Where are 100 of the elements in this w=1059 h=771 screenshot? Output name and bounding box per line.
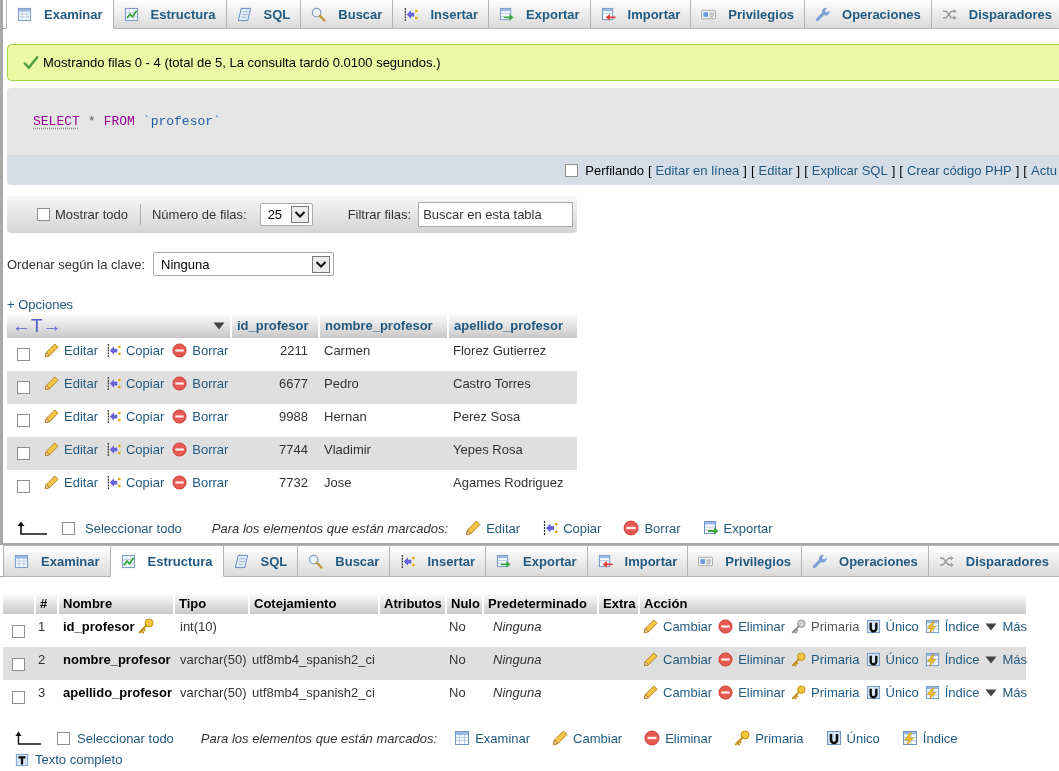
row-checkbox[interactable] <box>17 348 30 361</box>
index-link[interactable]: Índice <box>924 685 980 700</box>
sql-keyword[interactable]: SELECT <box>33 114 80 129</box>
tab[interactable]: Buscar <box>301 0 394 29</box>
row-checkbox[interactable] <box>17 480 30 493</box>
full-text-link[interactable]: Texto completo <box>35 752 123 767</box>
copy-link[interactable]: Copiar <box>105 409 165 424</box>
unique-link[interactable]: Único <box>825 730 880 746</box>
delete-link[interactable]: Borrar <box>172 475 229 490</box>
change-link[interactable]: Cambiar <box>552 730 623 746</box>
tab[interactable]: SQL <box>226 0 302 29</box>
copy-link[interactable]: Copiar <box>105 376 165 391</box>
tab[interactable]: Operaciones <box>805 0 932 29</box>
column-header[interactable]: id_profesor <box>230 313 318 338</box>
tab[interactable]: Buscar <box>298 545 391 577</box>
tab[interactable]: Disparadores <box>931 0 1059 29</box>
index-link[interactable]: Índice <box>924 652 980 667</box>
primary-link[interactable]: Primaria <box>791 652 860 667</box>
edit-link[interactable]: Editar <box>44 409 98 424</box>
profiling-checkbox[interactable] <box>565 163 579 177</box>
tab[interactable]: Exportar <box>489 0 591 29</box>
more-link[interactable]: Más <box>985 652 1027 667</box>
header-control-link[interactable]: → <box>42 315 62 336</box>
change-link[interactable]: Cambiar <box>643 685 713 700</box>
tab[interactable]: Disparadores <box>928 545 1059 577</box>
drop-link[interactable]: Eliminar <box>644 730 713 746</box>
show-all-checkbox[interactable] <box>37 208 50 221</box>
delete-link[interactable]: Borrar <box>623 520 681 536</box>
index-link[interactable]: Índice <box>901 730 958 746</box>
edit-link[interactable]: Editar <box>44 475 98 490</box>
row-checkbox[interactable] <box>12 658 25 671</box>
more-link[interactable]: Más <box>985 685 1027 700</box>
drop-link[interactable]: Eliminar <box>718 685 786 700</box>
search-icon <box>311 6 327 22</box>
column-header: Cotejamiento <box>248 593 378 614</box>
tab[interactable]: Insertar <box>393 0 490 29</box>
select-all-checkbox[interactable] <box>57 731 70 745</box>
edit-link[interactable]: Editar <box>44 343 98 358</box>
delete-link[interactable]: Borrar <box>172 343 229 358</box>
delete-link[interactable]: Borrar <box>172 442 229 457</box>
header-control-link[interactable]: T <box>31 315 43 336</box>
options-link[interactable]: + Opciones <box>7 297 74 312</box>
tab[interactable]: Importar <box>587 545 689 577</box>
column-header[interactable]: apellido_profesor <box>447 313 577 338</box>
edit-link[interactable]: Editar <box>465 520 521 536</box>
insert-arrow-icon <box>105 442 121 457</box>
change-link[interactable]: Cambiar <box>643 619 713 634</box>
header-control-link[interactable]: ← <box>12 315 31 336</box>
row-checkbox[interactable] <box>12 625 25 638</box>
query-action-link[interactable]: Actu <box>1031 162 1057 178</box>
copy-link[interactable]: Copiar <box>105 343 165 358</box>
edit-link[interactable]: Editar <box>44 442 98 457</box>
rows-select[interactable]: 25 <box>259 203 313 226</box>
column-header[interactable]: nombre_profesor <box>318 313 447 338</box>
query-action-link[interactable]: Editar <box>758 162 793 178</box>
copy-link[interactable]: Copiar <box>105 475 165 490</box>
tab[interactable]: Privilegios <box>688 545 803 577</box>
change-link[interactable]: Cambiar <box>643 652 713 667</box>
tab[interactable]: Estructura <box>110 545 224 577</box>
tab[interactable]: Estructura <box>113 0 227 29</box>
more-link[interactable]: Más <box>985 619 1027 634</box>
browse-link[interactable]: Examinar <box>454 730 531 746</box>
primary-link[interactable]: Primaria <box>791 685 860 700</box>
tab[interactable]: Examinar <box>3 545 111 577</box>
unique-link[interactable]: Único <box>865 652 919 667</box>
copy-link[interactable]: Copiar <box>105 442 165 457</box>
tab[interactable]: Operaciones <box>802 545 929 577</box>
table-cell: 1 <box>38 619 46 634</box>
index-link[interactable]: Índice <box>924 619 980 634</box>
tab[interactable]: Examinar <box>6 0 114 29</box>
query-action-link[interactable]: Editar en línea <box>655 162 740 178</box>
edit-link[interactable]: Editar <box>44 376 98 391</box>
tab[interactable]: SQL <box>223 545 299 577</box>
show-all-label[interactable]: Mostrar todo <box>55 207 128 222</box>
query-action-link[interactable]: Explicar SQL <box>811 162 888 178</box>
tab[interactable]: Privilegios <box>691 0 806 29</box>
tab[interactable]: Importar <box>590 0 692 29</box>
select-all-link[interactable]: Seleccionar todo <box>77 730 174 746</box>
row-checkbox[interactable] <box>17 447 30 460</box>
select-all-link[interactable]: Seleccionar todo <box>85 520 182 536</box>
select-all-checkbox[interactable] <box>62 521 75 535</box>
unique-link[interactable]: Único <box>865 685 919 700</box>
caret-icon[interactable] <box>213 321 225 330</box>
drop-link[interactable]: Eliminar <box>718 619 786 634</box>
sort-select[interactable]: Ninguna <box>153 252 335 276</box>
drop-link[interactable]: Eliminar <box>718 652 786 667</box>
primary-link[interactable]: Primaria <box>734 730 804 746</box>
unique-link[interactable]: Único <box>865 619 919 634</box>
minus-circle-icon <box>172 343 188 358</box>
row-checkbox[interactable] <box>17 414 30 427</box>
filter-field[interactable]: Buscar en esta tabla <box>418 202 574 227</box>
row-checkbox[interactable] <box>12 691 25 704</box>
tab[interactable]: Exportar <box>486 545 588 577</box>
delete-link[interactable]: Borrar <box>172 409 229 424</box>
row-checkbox[interactable] <box>17 381 30 394</box>
export-link[interactable]: Exportar <box>702 520 773 536</box>
query-action-link[interactable]: Crear código PHP <box>906 162 1012 178</box>
copy-link[interactable]: Copiar <box>542 520 602 536</box>
tab[interactable]: Insertar <box>390 545 487 577</box>
delete-link[interactable]: Borrar <box>172 376 229 391</box>
